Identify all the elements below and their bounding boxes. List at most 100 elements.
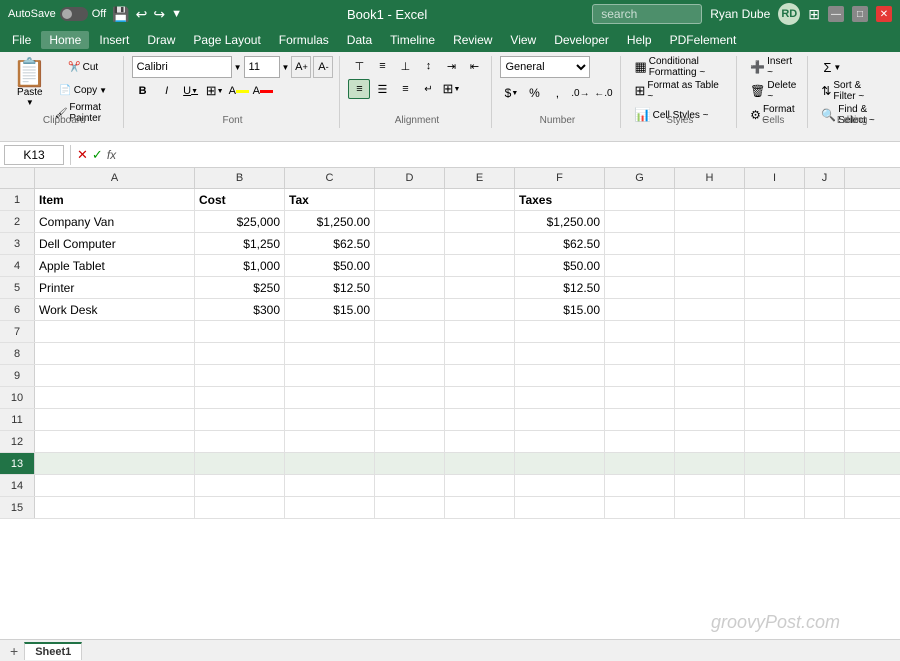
list-item[interactable] <box>605 299 675 320</box>
list-item[interactable] <box>35 453 195 474</box>
list-item[interactable] <box>675 409 745 430</box>
indent-decrease-button[interactable]: ⇤ <box>463 56 485 76</box>
font-size-input[interactable] <box>244 56 280 78</box>
list-item[interactable] <box>805 277 845 298</box>
list-item[interactable] <box>35 431 195 452</box>
list-item[interactable] <box>805 387 845 408</box>
menu-page-layout[interactable]: Page Layout <box>185 31 268 49</box>
list-item[interactable] <box>515 475 605 496</box>
list-item[interactable]: Work Desk <box>35 299 195 320</box>
decrease-decimal-button[interactable]: ←.0 <box>592 83 614 103</box>
list-item[interactable] <box>445 211 515 232</box>
list-item[interactable] <box>445 409 515 430</box>
list-item[interactable]: $12.50 <box>515 277 605 298</box>
list-item[interactable]: $1,250.00 <box>285 211 375 232</box>
list-item[interactable] <box>445 299 515 320</box>
list-item[interactable] <box>375 453 445 474</box>
col-header-h[interactable]: H <box>675 168 745 188</box>
sheet-tab-1[interactable]: Sheet1 <box>24 642 82 660</box>
list-item[interactable] <box>285 343 375 364</box>
list-item[interactable] <box>745 277 805 298</box>
col-header-b[interactable]: B <box>195 168 285 188</box>
list-item[interactable] <box>745 189 805 210</box>
row-number[interactable]: 11 <box>0 409 35 430</box>
list-item[interactable] <box>675 255 745 276</box>
list-item[interactable] <box>675 277 745 298</box>
list-item[interactable] <box>805 189 845 210</box>
list-item[interactable] <box>515 387 605 408</box>
list-item[interactable] <box>375 189 445 210</box>
list-item[interactable] <box>515 497 605 518</box>
list-item[interactable] <box>445 233 515 254</box>
list-item[interactable]: $300 <box>195 299 285 320</box>
row-number[interactable]: 5 <box>0 277 35 298</box>
list-item[interactable] <box>805 475 845 496</box>
list-item[interactable] <box>445 277 515 298</box>
decrease-font-button[interactable]: A- <box>313 56 333 78</box>
font-color-button[interactable]: A <box>252 81 274 101</box>
row-number[interactable]: 4 <box>0 255 35 276</box>
list-item[interactable] <box>605 189 675 210</box>
row-number[interactable]: 10 <box>0 387 35 408</box>
list-item[interactable] <box>195 365 285 386</box>
menu-insert[interactable]: Insert <box>91 31 137 49</box>
list-item[interactable] <box>195 497 285 518</box>
list-item[interactable]: $62.50 <box>285 233 375 254</box>
list-item[interactable] <box>805 409 845 430</box>
list-item[interactable] <box>805 431 845 452</box>
list-item[interactable] <box>745 255 805 276</box>
list-item[interactable] <box>375 277 445 298</box>
list-item[interactable] <box>605 387 675 408</box>
currency-button[interactable]: $▼ <box>500 83 522 103</box>
copy-button[interactable]: 📄Copy▼ <box>50 79 117 101</box>
list-item[interactable] <box>605 365 675 386</box>
row-number[interactable]: 1 <box>0 189 35 210</box>
row-number[interactable]: 14 <box>0 475 35 496</box>
menu-help[interactable]: Help <box>619 31 660 49</box>
row-number[interactable]: 8 <box>0 343 35 364</box>
col-header-a[interactable]: A <box>35 168 195 188</box>
wrap-text-button[interactable]: ↵ <box>417 79 439 99</box>
underline-button[interactable]: U▼ <box>180 81 202 101</box>
row-number[interactable]: 2 <box>0 211 35 232</box>
list-item[interactable]: $50.00 <box>285 255 375 276</box>
bottom-align-button[interactable]: ⊥ <box>394 56 416 76</box>
conditional-formatting-button[interactable]: ▦ Conditional Formatting ~ <box>629 56 730 78</box>
list-item[interactable]: Apple Tablet <box>35 255 195 276</box>
autosave-toggle[interactable]: AutoSave Off <box>8 7 106 21</box>
list-item[interactable] <box>285 365 375 386</box>
list-item[interactable] <box>745 321 805 342</box>
list-item[interactable]: Taxes <box>515 189 605 210</box>
number-format-dropdown[interactable]: General Number Currency Accounting Short… <box>500 56 590 78</box>
list-item[interactable]: $1,000 <box>195 255 285 276</box>
list-item[interactable]: Cost <box>195 189 285 210</box>
list-item[interactable] <box>445 453 515 474</box>
cancel-formula-icon[interactable]: ✕ <box>77 147 88 163</box>
list-item[interactable] <box>675 475 745 496</box>
list-item[interactable] <box>195 409 285 430</box>
list-item[interactable] <box>805 497 845 518</box>
list-item[interactable]: $1,250 <box>195 233 285 254</box>
list-item[interactable] <box>675 453 745 474</box>
close-button[interactable]: ✕ <box>876 6 892 22</box>
list-item[interactable] <box>515 409 605 430</box>
list-item[interactable] <box>605 277 675 298</box>
list-item[interactable] <box>805 453 845 474</box>
list-item[interactable] <box>445 387 515 408</box>
merge-center-button[interactable]: ⊞▼ <box>440 79 462 99</box>
list-item[interactable] <box>195 387 285 408</box>
menu-pdfelement[interactable]: PDFelement <box>662 31 745 49</box>
text-direction-button[interactable]: ↕ <box>417 56 439 76</box>
list-item[interactable] <box>375 431 445 452</box>
list-item[interactable] <box>605 497 675 518</box>
list-item[interactable] <box>285 321 375 342</box>
list-item[interactable] <box>515 321 605 342</box>
list-item[interactable] <box>605 409 675 430</box>
list-item[interactable] <box>745 453 805 474</box>
list-item[interactable]: Dell Computer <box>35 233 195 254</box>
list-item[interactable] <box>605 255 675 276</box>
list-item[interactable] <box>195 475 285 496</box>
row-number[interactable]: 6 <box>0 299 35 320</box>
list-item[interactable] <box>445 255 515 276</box>
list-item[interactable] <box>605 475 675 496</box>
